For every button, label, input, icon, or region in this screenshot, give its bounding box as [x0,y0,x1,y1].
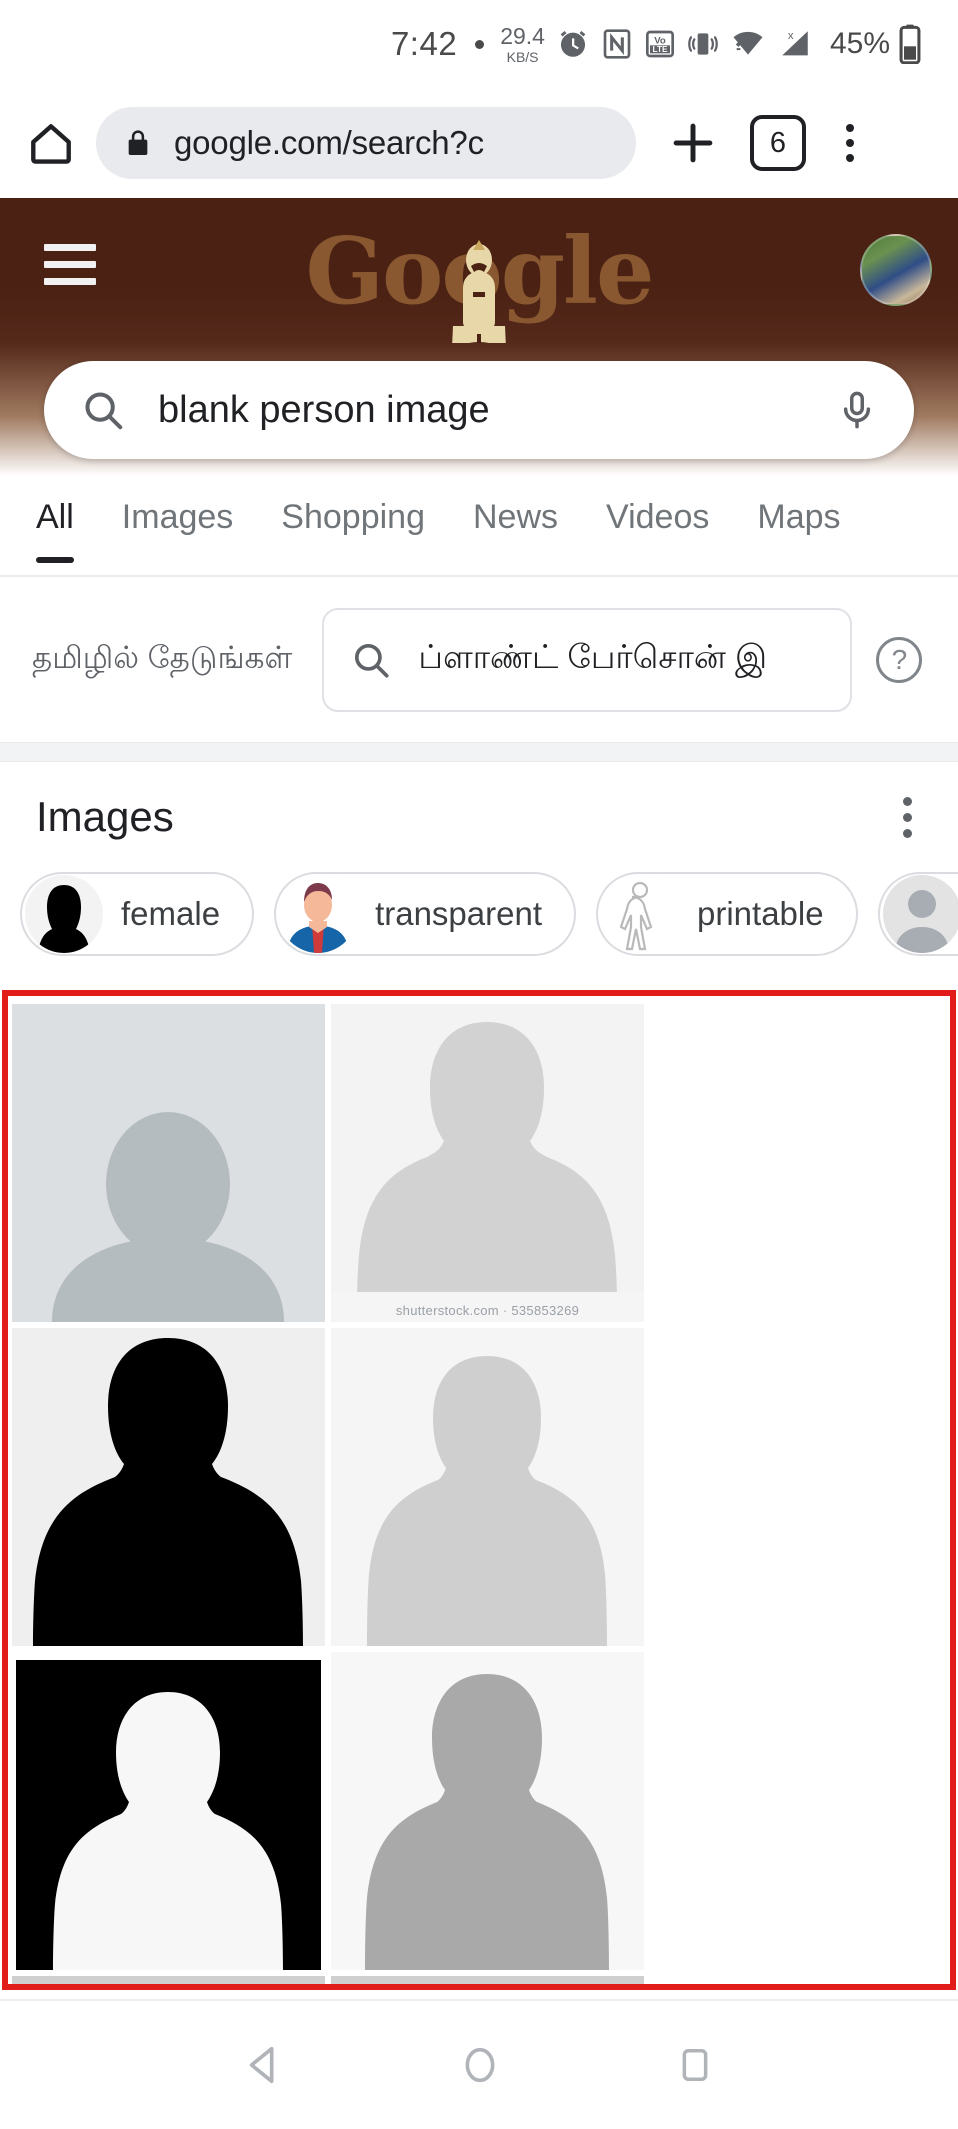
tab-count-button[interactable]: 6 [750,115,806,171]
image-results-grid: shutterstock.com · 535853269 [8,1004,950,1984]
phone-screen: 7:42 29.4 KB/S Vo LTE x 45% google.com/s… [0,0,958,2129]
search-icon [350,639,392,681]
svg-text:x: x [788,30,794,42]
image-result-3[interactable] [12,1328,325,1646]
image-result-4[interactable] [331,1328,644,1646]
home-icon[interactable] [22,114,80,172]
lock-icon [122,127,154,159]
tamil-search-input[interactable]: ப்ளாண்ட் பேர்சொன் இ [322,607,853,712]
search-zone: blank person image [0,343,958,476]
search-icon [80,387,126,433]
user-avatar[interactable] [860,234,932,306]
vibrate-icon [687,28,719,60]
image-result-8[interactable]: shutterstock.com · 404138257 [331,1976,644,1984]
network-speed-value: 29.4 [500,22,545,49]
tamil-search-section: தமிழில் தேடுங்கள் ப்ளாண்ட் பேர்சொன் இ ? [0,577,958,742]
search-query-text: blank person image [158,388,490,431]
body-outline-thumb [601,875,679,953]
battery-icon [897,24,923,64]
volte-icon: Vo LTE [644,28,676,60]
image-filter-chips: female transparent printable [0,872,958,974]
tab-news[interactable]: News [473,476,558,537]
google-header: Google [0,198,958,343]
triangle-back-icon[interactable] [241,2042,287,2088]
system-navigation-bar [0,1999,958,2129]
chip-icon[interactable]: ico [877,872,958,956]
circle-home-icon[interactable] [457,2042,503,2088]
svg-text:LTE: LTE [652,45,667,54]
alarm-icon [556,27,590,61]
overflow-menu-icon[interactable] [820,124,880,162]
network-speed-unit: KB/S [506,48,539,65]
image-result-6[interactable] [331,1652,644,1970]
tab-shopping[interactable]: Shopping [281,476,425,537]
microphone-icon[interactable] [836,387,878,433]
search-nav-tabs: All Images Shopping News Videos Maps [0,476,958,576]
images-title: Images [36,793,174,840]
plus-icon[interactable] [658,116,728,170]
search-input[interactable]: blank person image [44,361,914,459]
tab-maps[interactable]: Maps [757,476,840,537]
images-card-header: Images [0,762,958,872]
tab-all[interactable]: All [36,476,74,563]
image-results-highlight: shutterstock.com · 535853269 [2,990,956,1990]
chip-label: transparent [375,895,542,932]
browser-toolbar: google.com/search?c 6 [0,88,958,198]
help-question-icon[interactable]: ? [876,636,923,683]
battery-percent-label: 45% [829,27,890,60]
chip-transparent[interactable]: transparent [274,872,576,956]
tamil-section-label: தமிழில் தேடுங்கள் [32,639,293,675]
chip-printable[interactable]: printable [596,872,858,956]
man-suit-thumb [279,875,358,953]
status-dot-indicator [475,39,485,49]
chip-label: female [121,895,221,932]
images-card: Images female transparent printable [0,762,958,974]
chip-female[interactable]: female [20,872,255,956]
url-text: google.com/search?c [174,124,484,161]
image-result-7[interactable] [12,1976,325,1984]
address-bar[interactable]: google.com/search?c [96,107,636,179]
image-result-1[interactable] [12,1004,325,1322]
kebab-menu-icon[interactable] [893,787,922,848]
tab-images[interactable]: Images [122,476,234,537]
status-time: 7:42 [390,25,458,62]
female-silhouette-thumb [25,875,103,953]
tab-count-label: 6 [769,126,787,159]
square-recents-icon[interactable] [673,2043,717,2087]
wifi-icon [730,27,766,61]
tab-videos[interactable]: Videos [606,476,709,537]
section-separator [0,742,958,762]
chip-label: printable [697,895,824,932]
status-bar: 7:42 29.4 KB/S Vo LTE x 45% [0,0,958,88]
doodle-figure [452,240,506,343]
tamil-query-text: ப்ளாண்ட் பேர்சொன் இ [418,638,768,675]
image-result-5[interactable] [12,1652,325,1970]
image-result-2[interactable]: shutterstock.com · 535853269 [331,1004,644,1322]
avatar-icon-thumb [882,875,958,953]
nfc-icon [601,28,633,60]
network-speed-indicator: 29.4 KB/S [500,22,545,65]
image-watermark: shutterstock.com · 535853269 [395,1303,580,1318]
signal-no-sim-icon: x [777,27,813,61]
